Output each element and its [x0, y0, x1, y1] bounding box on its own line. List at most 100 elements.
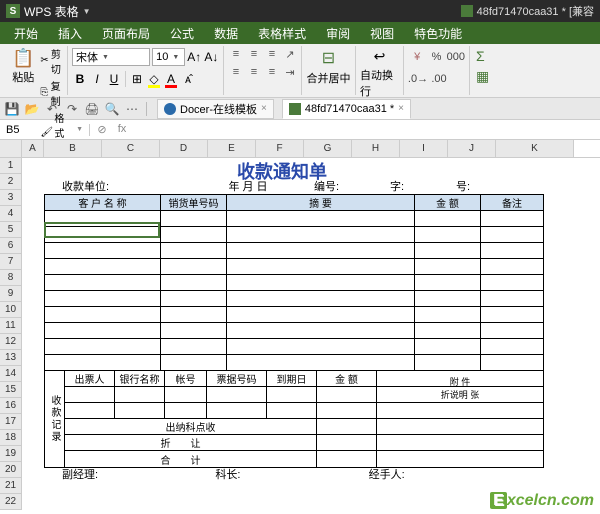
fx-button[interactable]: fx	[114, 123, 130, 136]
menu-tab-start[interactable]: 开始	[4, 21, 48, 46]
row-header[interactable]: 5	[0, 222, 22, 238]
doc-tab-docer-label: Docer-在线模板	[180, 101, 257, 117]
row-header[interactable]: 12	[0, 334, 22, 350]
bold-button[interactable]: B	[72, 70, 88, 88]
decrease-decimal-button[interactable]: .00	[429, 70, 449, 88]
font-color-button[interactable]: A	[163, 70, 179, 88]
row-header[interactable]: 9	[0, 286, 22, 302]
row-header[interactable]: 19	[0, 446, 22, 462]
row-header[interactable]: 1	[0, 158, 22, 174]
fill-button[interactable]: ▦	[474, 66, 496, 87]
row-header[interactable]: 13	[0, 350, 22, 366]
align-middle-button[interactable]: ≡	[246, 46, 262, 62]
sub-hdr-bank: 银行名称	[115, 371, 165, 386]
font-size-combo[interactable]: 10▼	[152, 48, 185, 66]
table-row[interactable]	[45, 259, 543, 275]
indent-button[interactable]: ⇥	[282, 64, 298, 80]
quick-access-toolbar: 💾 📂 ↶ ↷ 🖨 🔍 ⋯ Docer-在线模板 × 48fd71470caa3…	[0, 98, 600, 120]
row-header[interactable]: 17	[0, 414, 22, 430]
select-all-corner[interactable]	[0, 140, 22, 157]
menu-tab-insert[interactable]: 插入	[48, 21, 92, 46]
table-row[interactable]	[45, 323, 543, 339]
menu-tab-review[interactable]: 审阅	[316, 21, 360, 46]
close-icon[interactable]: ×	[398, 103, 404, 114]
doc-tab-file[interactable]: 48fd71470caa31 * ×	[282, 99, 411, 119]
wrap-text-button[interactable]: ↩ 自动换行	[360, 48, 399, 99]
qat-open-button[interactable]: 📂	[24, 101, 40, 117]
qat-undo-button[interactable]: ↶	[44, 101, 60, 117]
menu-tab-pagelayout[interactable]: 页面布局	[92, 21, 160, 46]
table-row[interactable]	[45, 243, 543, 259]
table-row[interactable]: 折说明 张	[65, 387, 543, 403]
spreadsheet-grid[interactable]: A B C D E F G H I J K 1 2 3 4 5 6 7 8 9 …	[0, 140, 600, 514]
underline-button[interactable]: U	[106, 70, 122, 88]
app-menu-dropdown-icon[interactable]: ▼	[83, 7, 91, 16]
border-button[interactable]: ⊞	[129, 70, 145, 88]
cut-button[interactable]: ✂剪切	[40, 46, 64, 76]
ribbon-group-clipboard: 📋 粘贴 ✂剪切 ⎘复制 🖌格式刷	[4, 46, 68, 95]
decrease-font-button[interactable]: A↓	[204, 48, 219, 66]
row-header[interactable]: 15	[0, 382, 22, 398]
name-box[interactable]: B5 ▼	[0, 124, 90, 136]
qat-more-button[interactable]: ⋯	[124, 101, 140, 117]
menu-tab-data[interactable]: 数据	[204, 21, 248, 46]
table-row[interactable]	[65, 403, 543, 419]
orientation-button[interactable]: ↗	[282, 46, 298, 62]
row-header[interactable]: 10	[0, 302, 22, 318]
align-bottom-button[interactable]: ≡	[264, 46, 280, 62]
table-row[interactable]	[45, 307, 543, 323]
doc-tab-docer[interactable]: Docer-在线模板 ×	[157, 99, 274, 119]
align-top-button[interactable]: ≡	[228, 46, 244, 62]
footer-chief: 科长:	[215, 466, 368, 482]
align-center-button[interactable]: ≡	[246, 64, 262, 80]
increase-font-button[interactable]: A↑	[187, 48, 202, 66]
row-header[interactable]: 2	[0, 174, 22, 190]
row-header[interactable]: 14	[0, 366, 22, 382]
menu-tab-special[interactable]: 特色功能	[404, 21, 472, 46]
align-left-button[interactable]: ≡	[228, 64, 244, 80]
align-right-button[interactable]: ≡	[264, 64, 280, 80]
table-row[interactable]	[45, 227, 543, 243]
qat-preview-button[interactable]: 🔍	[104, 101, 120, 117]
menu-tab-view[interactable]: 视图	[360, 21, 404, 46]
row-header[interactable]: 8	[0, 270, 22, 286]
close-icon[interactable]: ×	[261, 103, 267, 114]
increase-decimal-button[interactable]: .0→	[408, 70, 428, 88]
row-header[interactable]: 3	[0, 190, 22, 206]
sub-total-row: 合计	[65, 451, 543, 467]
merge-center-button[interactable]: ⊟ 合并居中	[307, 48, 351, 86]
row-header[interactable]: 22	[0, 494, 22, 510]
row-header[interactable]: 7	[0, 254, 22, 270]
fill-color-button[interactable]: ◇	[146, 70, 162, 88]
table-row[interactable]	[45, 339, 543, 355]
percent-button[interactable]: %	[427, 48, 445, 66]
form-hao-label: 号:	[456, 178, 470, 194]
row-header[interactable]: 20	[0, 462, 22, 478]
italic-button[interactable]: I	[89, 70, 105, 88]
qat-print-button[interactable]: 🖨	[84, 101, 100, 117]
row-header[interactable]: 16	[0, 398, 22, 414]
row-header[interactable]: 21	[0, 478, 22, 494]
table-row[interactable]	[45, 291, 543, 307]
phonetic-button[interactable]: ᴀ̂	[180, 70, 196, 88]
menu-tab-tablestyle[interactable]: 表格样式	[248, 21, 316, 46]
autosum-button[interactable]: Σ	[474, 46, 496, 66]
font-name-combo[interactable]: 宋体▼	[72, 48, 150, 66]
table-row[interactable]	[45, 275, 543, 291]
qat-save-button[interactable]: 💾	[4, 101, 20, 117]
sub-fold-desc: 折说明 张	[377, 387, 543, 402]
menu-tab-formula[interactable]: 公式	[160, 21, 204, 46]
fx-cancel-button[interactable]: ⊘	[94, 123, 110, 136]
qat-redo-button[interactable]: ↷	[64, 101, 80, 117]
table-row[interactable]	[45, 211, 543, 227]
row-header[interactable]: 11	[0, 318, 22, 334]
row-header[interactable]: 4	[0, 206, 22, 222]
currency-button[interactable]: ¥	[408, 48, 426, 66]
app-name: WPS 表格	[24, 3, 79, 20]
doc-name: 48fd71470caa31 * [兼容	[477, 3, 594, 19]
comma-button[interactable]: 000	[447, 48, 465, 66]
row-header[interactable]: 6	[0, 238, 22, 254]
row-header[interactable]: 18	[0, 430, 22, 446]
table-row[interactable]	[45, 355, 543, 371]
sub-hdr-billno: 票据号码	[207, 371, 267, 386]
